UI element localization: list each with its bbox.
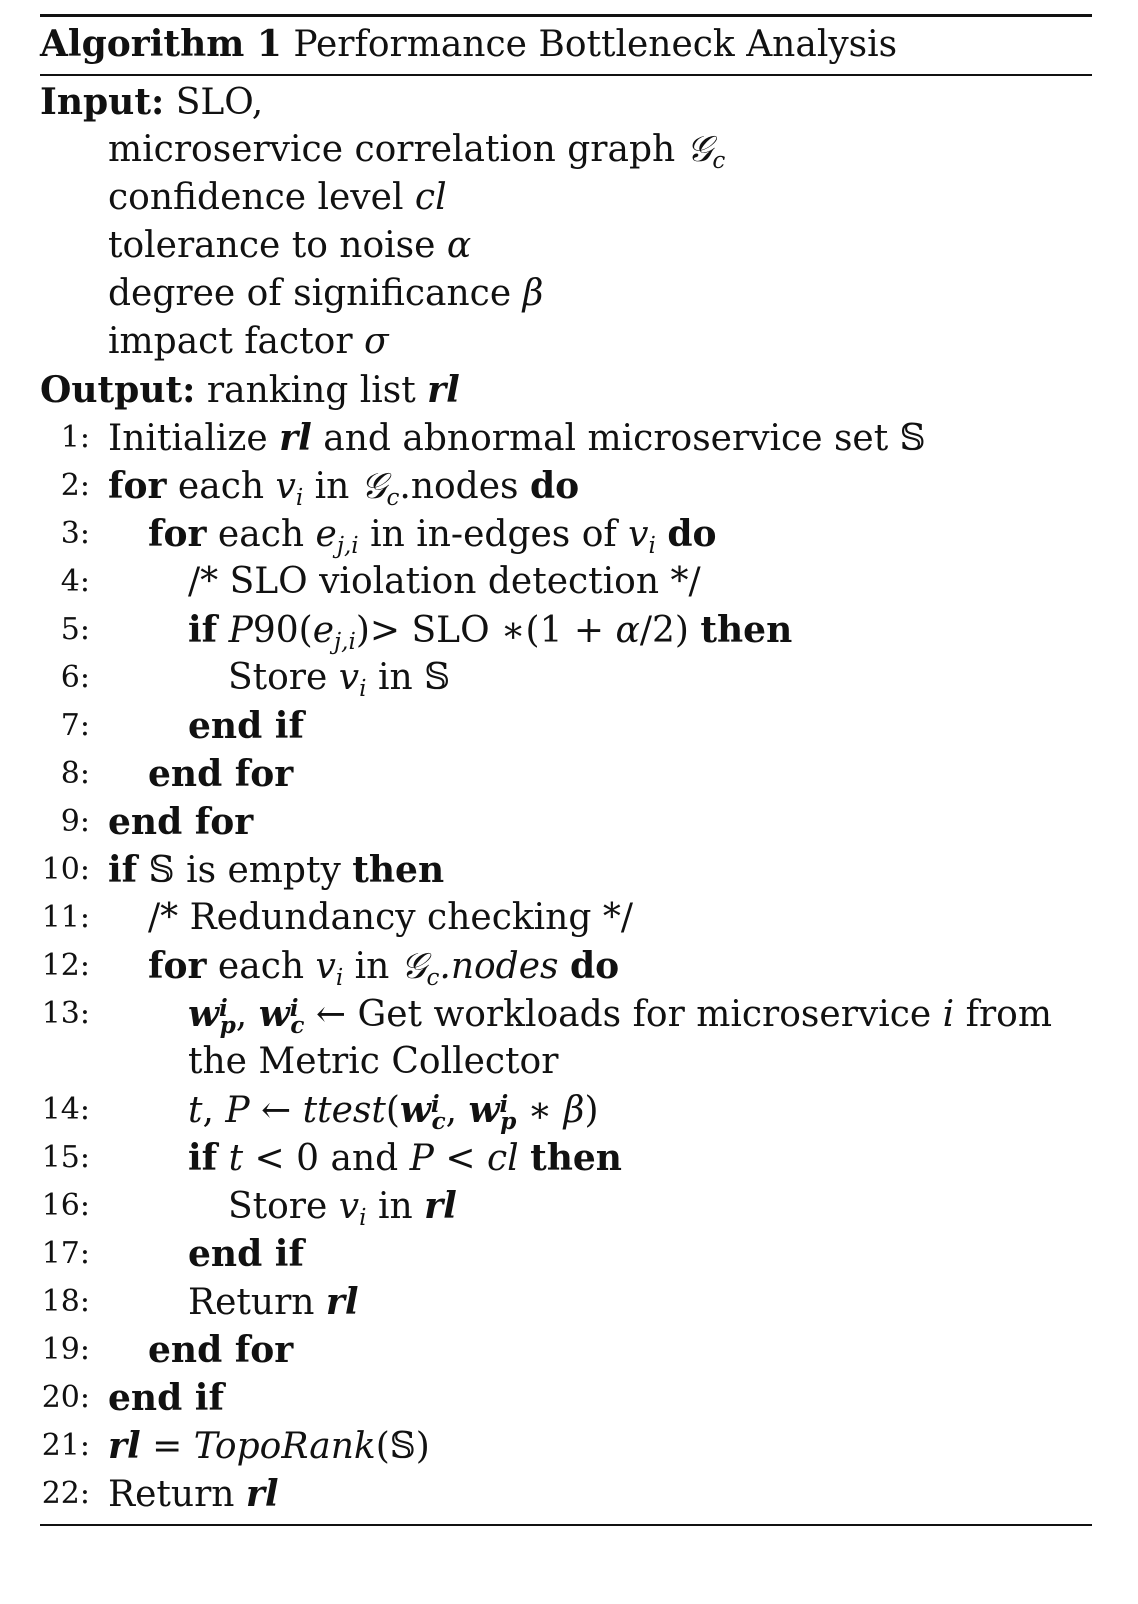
line-number: 16: — [41, 1188, 90, 1223]
input-graph-text: microservice correlation graph — [108, 129, 676, 170]
line-number: 12: — [41, 948, 90, 983]
line-number: 21: — [41, 1428, 90, 1463]
line-number: 5: — [60, 612, 90, 647]
line-code: Return rl — [108, 1473, 279, 1515]
line-code: if 𝕊 is empty then — [108, 849, 445, 891]
line-number: 13: — [41, 996, 90, 1031]
line-code: t, P ← ttest(wic, wip ∗ β) — [188, 1089, 599, 1135]
graph-symbol: 𝒢c — [686, 129, 726, 174]
line-number: 20: — [41, 1380, 90, 1415]
line-number: 11: — [41, 900, 90, 935]
line-number: 4: — [60, 564, 90, 599]
input-line-1: Input: SLO, — [40, 78, 263, 126]
line-code: Initialize rl and abnormal microservice … — [108, 417, 926, 459]
line-code: Return rl — [188, 1281, 359, 1323]
input-line-5: degree of significance β — [108, 270, 543, 318]
line-number: 17: — [41, 1236, 90, 1271]
line-code: end if — [108, 1377, 224, 1419]
line-code: end for — [148, 753, 294, 795]
line-number: 19: — [41, 1332, 90, 1367]
output-line: Output: ranking list rl — [40, 366, 460, 414]
input-line-4: tolerance to noise α — [108, 222, 471, 270]
line-code: for each vi in 𝒢c.nodes do — [148, 945, 620, 991]
line-number: 22: — [41, 1476, 90, 1511]
input-line-3: confidence level cl — [108, 174, 447, 222]
input-line-6: impact factor σ — [108, 318, 389, 366]
input-confidence-text: confidence level — [108, 177, 404, 218]
line-number: 2: — [60, 468, 90, 503]
line-code: if t < 0 and P < cl then — [188, 1137, 622, 1179]
line-number: 3: — [60, 516, 90, 551]
line-number: 10: — [41, 852, 90, 887]
input-impact-text: impact factor — [108, 321, 353, 362]
input-label: Input: — [40, 81, 165, 123]
line-code: end for — [108, 801, 254, 843]
line-number: 18: — [41, 1284, 90, 1319]
line-code: end for — [148, 1329, 294, 1371]
line-code: /* SLO violation detection */ — [188, 561, 701, 602]
rl-symbol: rl — [427, 369, 460, 411]
line-code: for each vi in 𝒢c.nodes do — [108, 465, 580, 511]
line-code: end if — [188, 1233, 304, 1275]
algorithm-title: Performance Bottleneck Analysis — [293, 24, 898, 65]
beta-symbol: β — [522, 273, 544, 314]
caption-rule — [40, 74, 1092, 76]
line-code: for each ej,i in in-edges of vi do — [148, 513, 717, 559]
line-number: 7: — [60, 708, 90, 743]
alpha-symbol: α — [446, 225, 472, 266]
line-number: 15: — [41, 1140, 90, 1175]
line-code: Store vi in 𝕊 — [228, 657, 451, 702]
line-number: 8: — [60, 756, 90, 791]
top-rule — [40, 14, 1092, 17]
algorithm-caption: Algorithm 1 Performance Bottleneck Analy… — [40, 20, 897, 68]
algorithm-label: Algorithm 1 — [40, 23, 282, 65]
bottom-rule — [40, 1524, 1092, 1526]
line-number: 9: — [60, 804, 90, 839]
line-code: /* Redundancy checking */ — [148, 897, 633, 938]
line-number: 1: — [60, 420, 90, 455]
sigma-symbol: σ — [363, 321, 389, 362]
input-slo: SLO, — [175, 82, 264, 123]
input-significance-text: degree of significance — [108, 273, 512, 314]
line-code: wip, wic ← Get workloads for microservic… — [188, 993, 1052, 1039]
output-label: Output: — [40, 369, 196, 411]
input-tolerance-text: tolerance to noise — [108, 225, 436, 266]
input-line-2: microservice correlation graph 𝒢c — [108, 126, 725, 174]
line-code: if P90(ej,i)> SLO ∗(1 + α/2) then — [188, 609, 793, 655]
cl-symbol: cl — [414, 177, 447, 218]
line-number: 6: — [60, 660, 90, 695]
line-code: Store vi in rl — [228, 1185, 457, 1231]
line-code: end if — [188, 705, 304, 747]
line-code: rl = TopoRank(𝕊) — [108, 1425, 430, 1467]
line-code: the Metric Collector — [188, 1041, 559, 1082]
line-number: 14: — [41, 1092, 90, 1127]
output-text: ranking list — [206, 370, 416, 411]
